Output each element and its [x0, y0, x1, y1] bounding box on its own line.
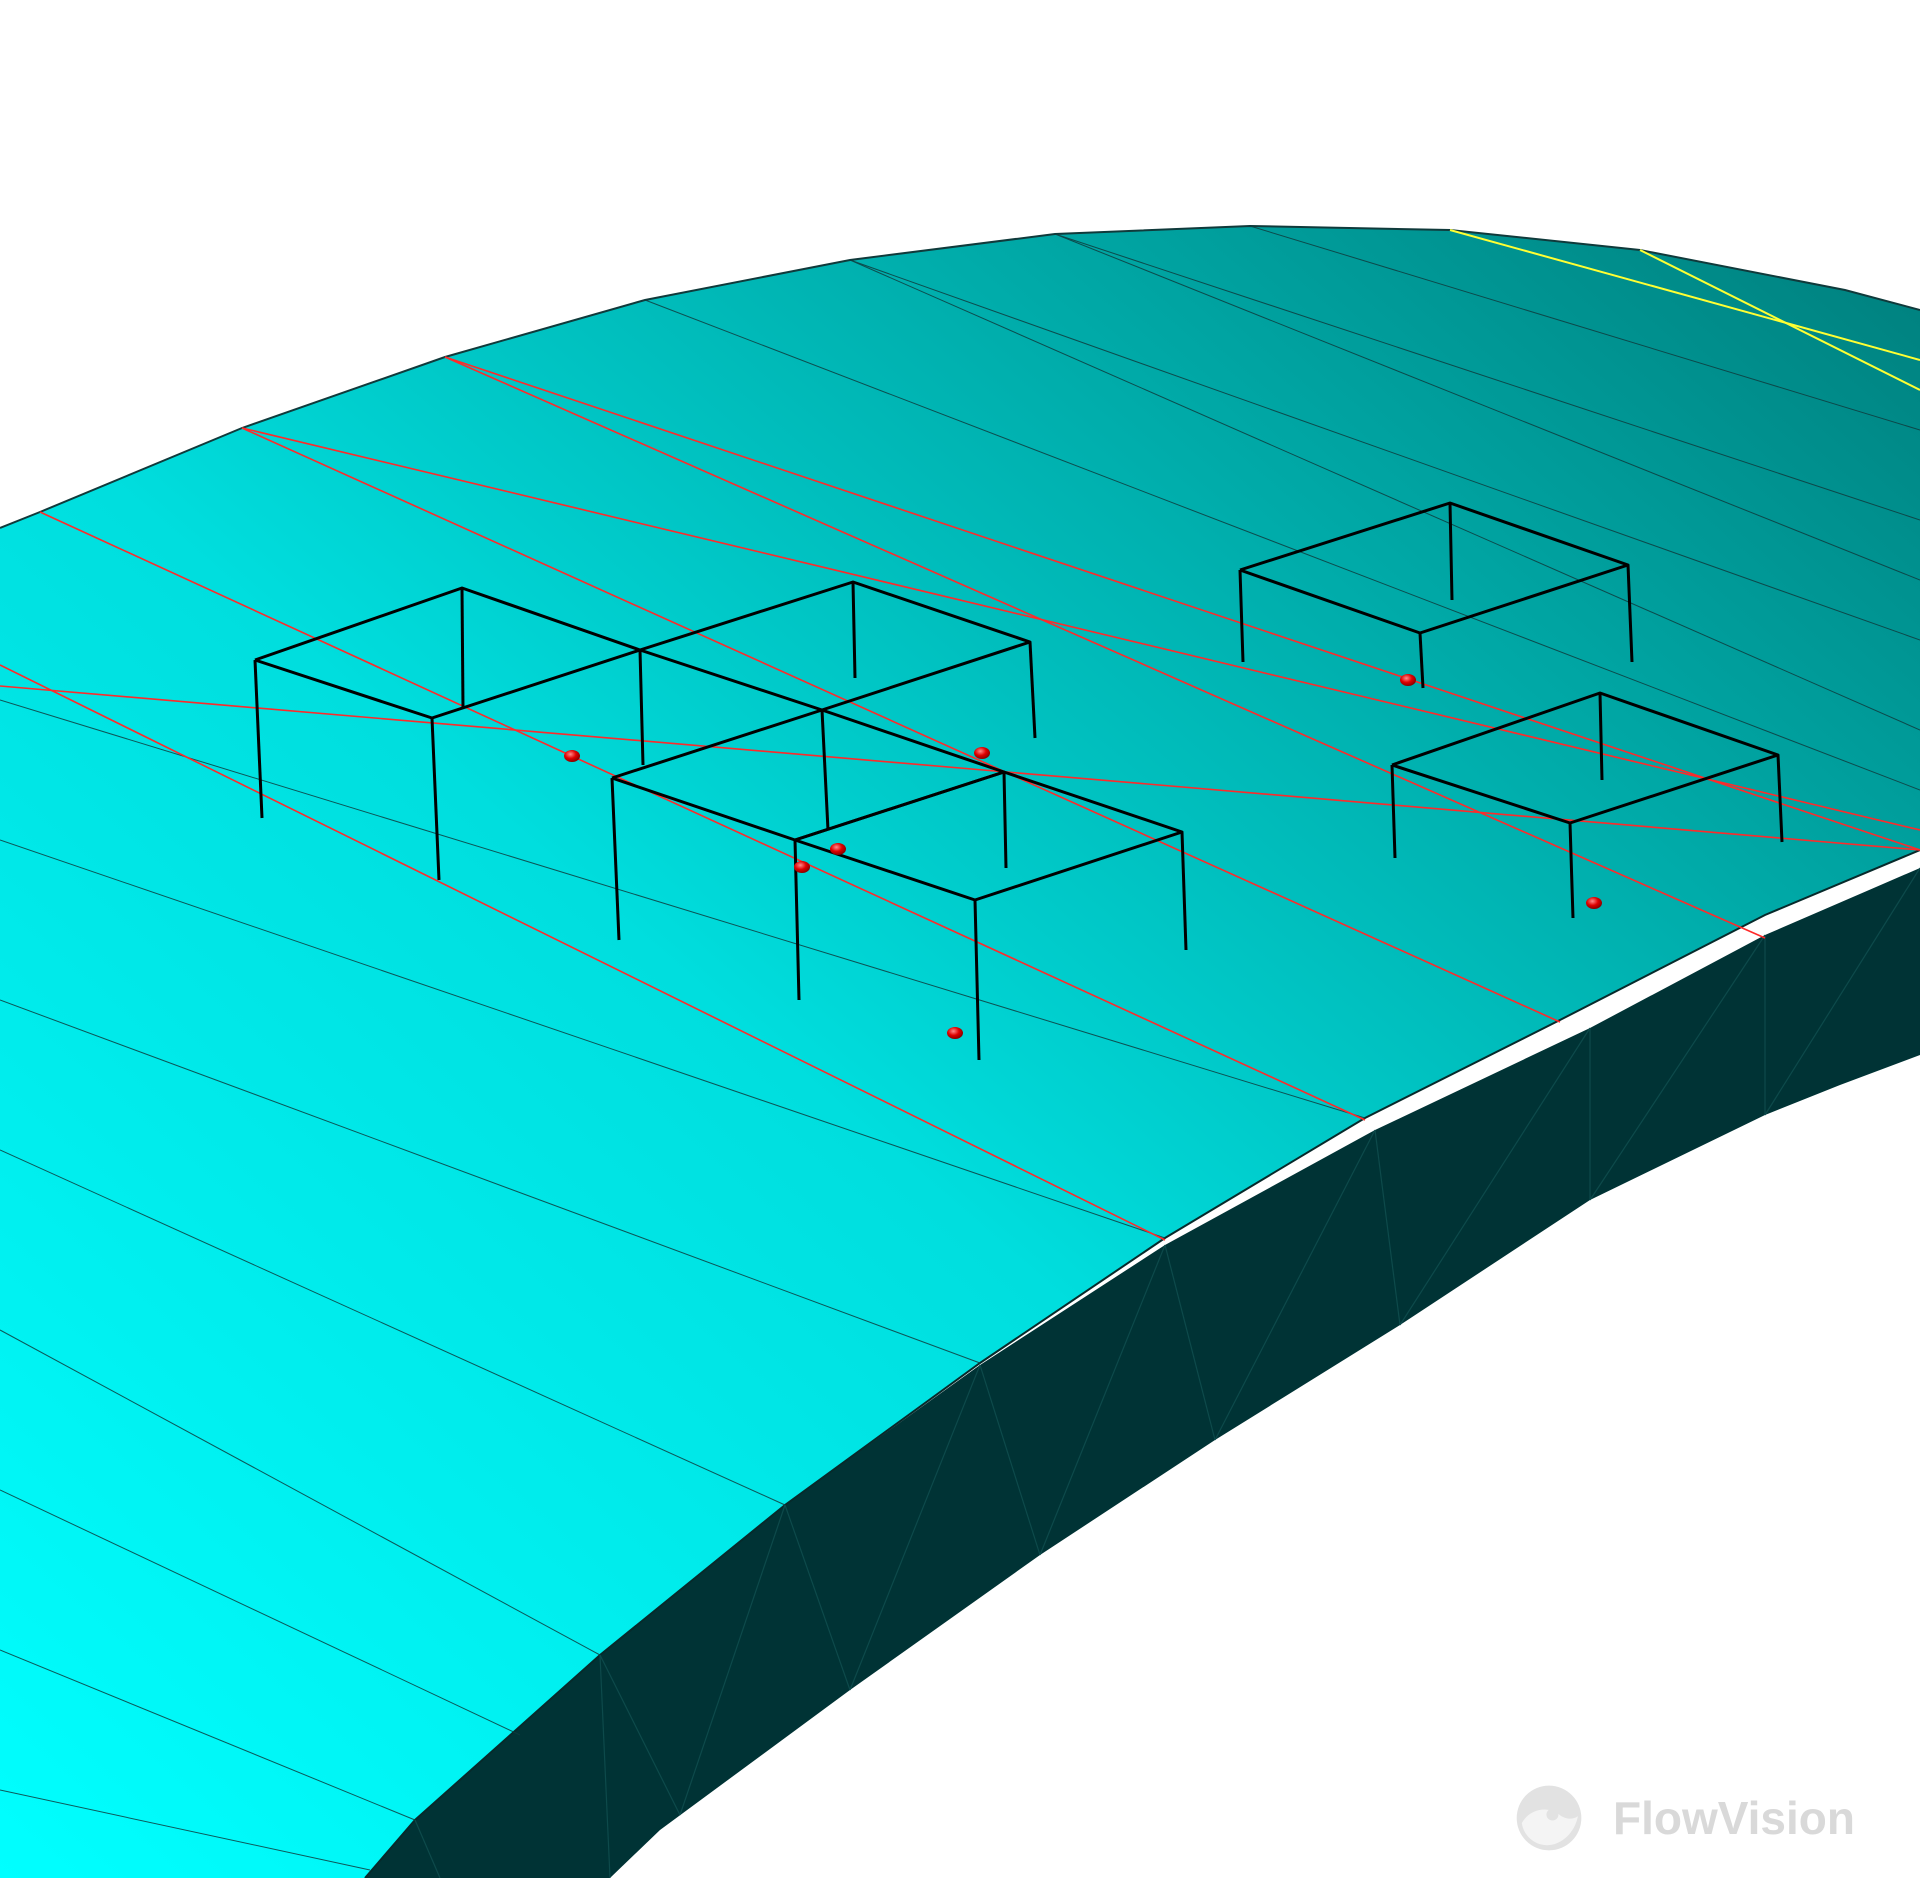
probe-point-icon[interactable] — [830, 843, 846, 855]
3d-viewport[interactable] — [0, 0, 1920, 1878]
probe-point-icon[interactable] — [794, 861, 810, 873]
probe-point-icon[interactable] — [1586, 897, 1602, 909]
probe-point-icon[interactable] — [1400, 674, 1416, 686]
probe-point-icon[interactable] — [974, 747, 990, 759]
watermark-text: FlowVision — [1613, 1792, 1855, 1844]
flowvision-logo-icon — [1516, 1785, 1582, 1851]
probe-point-icon[interactable] — [947, 1027, 963, 1039]
probe-point-icon[interactable] — [564, 750, 580, 762]
flowvision-watermark: FlowVision — [1515, 1778, 1855, 1858]
